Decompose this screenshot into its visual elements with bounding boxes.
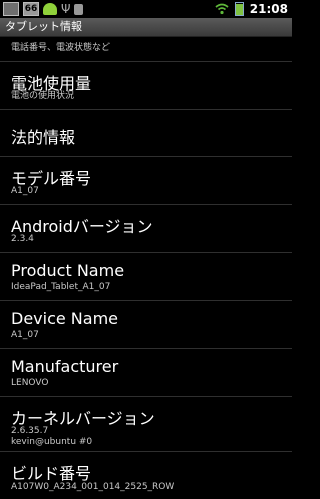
list-item-legal-info[interactable]: 法的情報 <box>0 110 292 157</box>
list-item-subtitle: A1_07 <box>11 330 39 340</box>
list-item-subtitle-2: kevin@ubuntu #0 <box>11 437 93 447</box>
notification-icon <box>3 2 19 16</box>
market-update-icon <box>74 3 84 15</box>
list-item-status[interactable]: 電話番号、電波状態など <box>0 37 292 62</box>
list-item-device-name: Device Name A1_07 <box>0 301 292 349</box>
settings-list: 電話番号、電波状態など 電池使用量 電池の使用状況 法的情報 モデル番号 A1_… <box>0 37 292 499</box>
status-bar: 66 Ψ 21:08 <box>0 0 292 18</box>
title-bar: タブレット情報 <box>0 18 292 37</box>
android-icon <box>43 3 57 15</box>
list-item-manufacturer: Manufacturer LENOVO <box>0 349 292 397</box>
usb-icon: Ψ <box>61 2 71 16</box>
list-item-subtitle: A1_07 <box>11 186 39 196</box>
list-item-title: Product Name <box>11 261 125 280</box>
wifi-icon <box>215 3 229 15</box>
list-item-build-number: ビルド番号 A107W0_A234_001_014_2525_ROW <box>0 452 292 499</box>
list-item-title: 法的情報 <box>11 128 76 147</box>
list-item-title: Manufacturer <box>11 357 119 376</box>
list-item-battery-usage[interactable]: 電池使用量 電池の使用状況 <box>0 62 292 110</box>
list-item-kernel-version: カーネルバージョン 2.6.35.7 kevin@ubuntu #0 <box>0 397 292 452</box>
list-item-subtitle: LENOVO <box>11 378 49 388</box>
page-title: タブレット情報 <box>5 20 82 33</box>
list-item-subtitle: A107W0_A234_001_014_2525_ROW <box>11 482 175 492</box>
list-item-product-name: Product Name IdeaPad_Tablet_A1_07 <box>0 253 292 301</box>
notification-count-badge: 66 <box>23 2 39 16</box>
list-item-title: Device Name <box>11 309 119 328</box>
list-item-subtitle: 電話番号、電波状態など <box>11 43 111 53</box>
list-item-subtitle: 2.6.35.7 <box>11 426 49 436</box>
list-item-model-number: モデル番号 A1_07 <box>0 157 292 205</box>
list-item-subtitle: 電池の使用状況 <box>11 91 75 101</box>
battery-icon <box>234 2 244 16</box>
list-item-title: ビルド番号 <box>11 464 92 483</box>
clock: 21:08 <box>249 2 288 16</box>
list-item-subtitle: 2.3.4 <box>11 234 34 244</box>
notification-icons[interactable]: 66 Ψ <box>3 1 84 17</box>
list-item-subtitle: IdeaPad_Tablet_A1_07 <box>11 282 111 292</box>
list-item-android-version: Androidバージョン 2.3.4 <box>0 205 292 253</box>
